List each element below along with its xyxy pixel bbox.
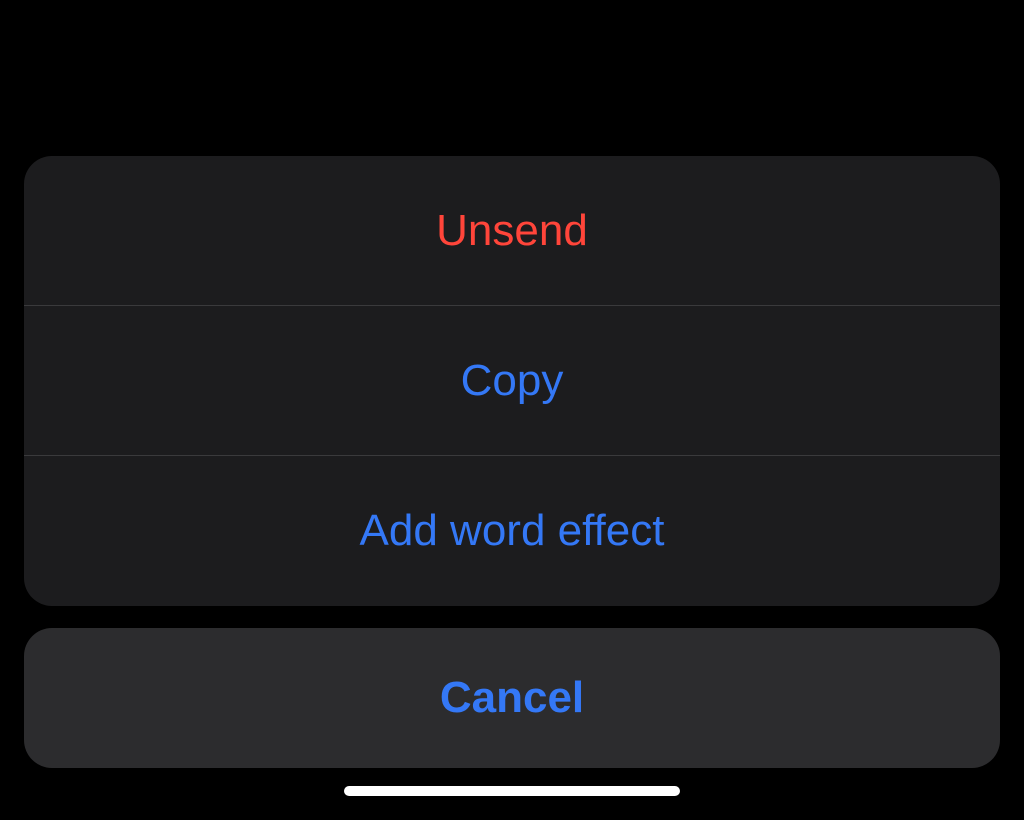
cancel-label: Cancel [440,673,584,723]
cancel-button[interactable]: Cancel [24,628,1000,768]
action-label: Add word effect [360,506,665,556]
action-group: Unsend Copy Add word effect [24,156,1000,606]
action-sheet: Unsend Copy Add word effect Cancel [24,156,1000,768]
home-indicator[interactable] [344,786,680,796]
add-word-effect-button[interactable]: Add word effect [24,456,1000,606]
unsend-button[interactable]: Unsend [24,156,1000,306]
copy-button[interactable]: Copy [24,306,1000,456]
action-label: Copy [461,356,564,406]
cancel-group: Cancel [24,628,1000,768]
action-label: Unsend [436,206,588,256]
